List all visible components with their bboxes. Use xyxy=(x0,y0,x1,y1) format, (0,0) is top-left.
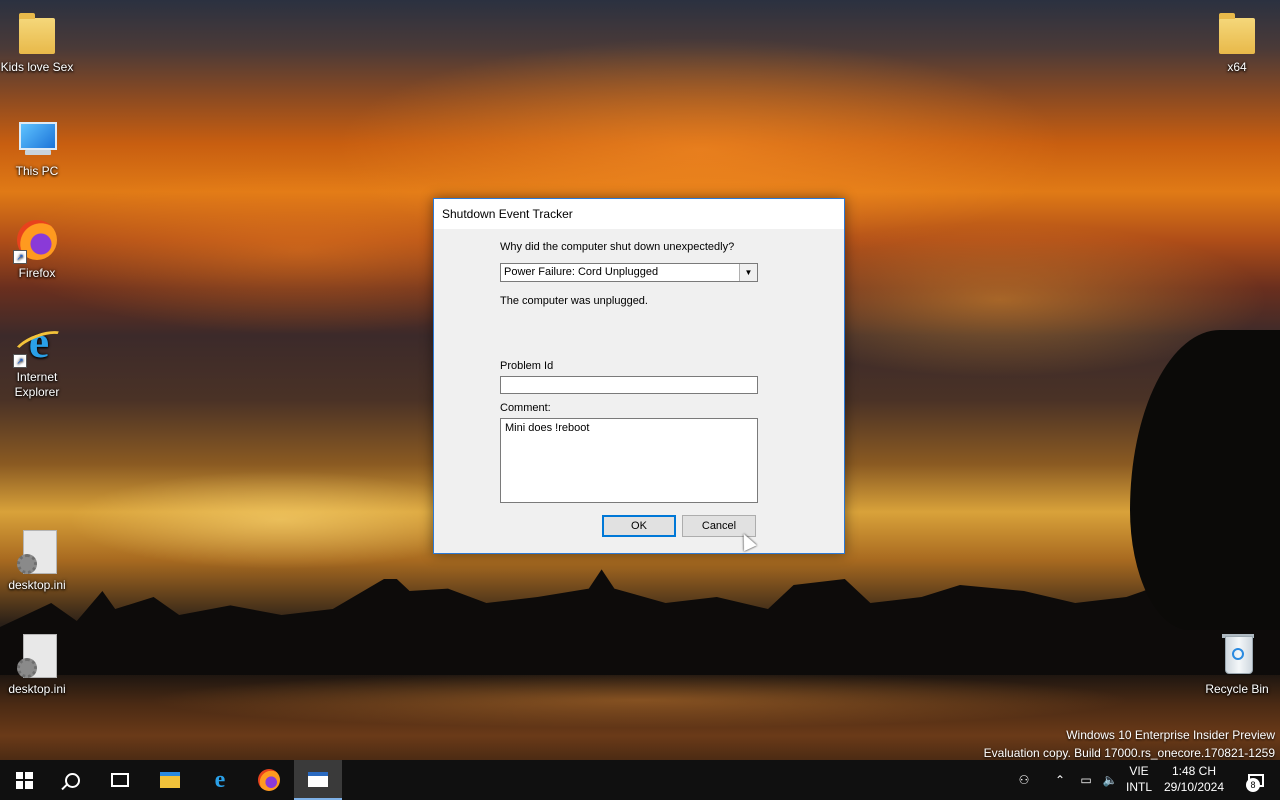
desktop-icon-label: x64 xyxy=(1227,60,1247,74)
start-button[interactable] xyxy=(0,760,48,800)
input-language[interactable]: VIE INTL xyxy=(1122,763,1156,795)
desktop-icon-label: Firefox xyxy=(18,266,56,280)
problem-id-input[interactable] xyxy=(500,376,758,394)
windows-start-icon xyxy=(15,771,33,789)
desktop-icon-label: Internet Explorer xyxy=(14,370,60,399)
chevron-down-icon[interactable]: ▼ xyxy=(739,264,757,281)
people-button[interactable]: ⚇ xyxy=(1010,760,1038,800)
network-icon: ▭ xyxy=(1080,773,1092,787)
taskbar-firefox[interactable] xyxy=(245,760,293,800)
volume-muted-icon: 🔈 xyxy=(1102,773,1118,787)
desktop-icon-label: This PC xyxy=(15,164,59,178)
people-icon: ⚇ xyxy=(1018,773,1030,787)
reason-dropdown[interactable]: Power Failure: Cord Unplugged ▼ xyxy=(500,263,758,282)
desktop-icon-desktop-ini-1[interactable]: desktop.ini xyxy=(0,528,74,593)
desktop-icon-this-pc[interactable]: This PC xyxy=(0,114,74,179)
shutdown-event-tracker-dialog: Shutdown Event Tracker Why did the compu… xyxy=(433,198,845,554)
desktop-icon-label: Recycle Bin xyxy=(1205,682,1269,696)
taskbar-file-explorer[interactable] xyxy=(146,760,194,800)
desktop-icon-kids-love-sex[interactable]: Kids love Sex xyxy=(0,10,74,75)
reason-selected-value: Power Failure: Cord Unplugged xyxy=(504,266,659,278)
network-button[interactable]: ▭ xyxy=(1074,760,1098,800)
taskbar-shutdown-tracker[interactable] xyxy=(294,760,342,800)
internet-explorer-icon: e xyxy=(214,766,226,793)
problem-id-label: Problem Id xyxy=(500,360,554,372)
desktop-icon-recycle-bin[interactable]: Recycle Bin xyxy=(1200,632,1274,697)
folder-icon xyxy=(1213,10,1261,58)
notification-count-badge: 8 xyxy=(1246,778,1260,792)
show-hidden-icons-button[interactable]: ⌃ xyxy=(1048,760,1072,800)
shutdown-question: Why did the computer shut down unexpecte… xyxy=(500,241,735,253)
recycle-bin-icon xyxy=(1213,632,1261,680)
watermark-edition: Windows 10 Enterprise Insider Preview xyxy=(1066,728,1275,742)
taskbar: e ⚇ ⌃ ▭ 🔈 VIE INTL 1:48 CH 29/10/2024 8 xyxy=(0,760,1280,800)
reason-description: The computer was unplugged. xyxy=(500,295,648,307)
desktop-icon-label: desktop.ini xyxy=(8,682,66,696)
comment-textarea[interactable]: Mini does !reboot xyxy=(500,418,758,503)
wallpaper-tree xyxy=(1130,330,1280,630)
comment-label: Comment: xyxy=(500,402,551,414)
desktop-icon-desktop-ini-2[interactable]: desktop.ini xyxy=(0,632,74,697)
internet-explorer-icon: e ↗ xyxy=(10,319,70,368)
desktop-icon-label: desktop.ini xyxy=(8,578,66,592)
desktop-icon-x64[interactable]: x64 xyxy=(1200,10,1274,75)
search-icon xyxy=(64,772,80,788)
wallpaper-skyline xyxy=(0,555,1280,675)
task-view-button[interactable] xyxy=(96,760,144,800)
desktop-icon-label: Kids love Sex xyxy=(0,60,74,74)
shutdown-tracker-window-icon xyxy=(308,771,328,787)
clock[interactable]: 1:48 CH 29/10/2024 xyxy=(1158,763,1230,795)
dialog-title[interactable]: Shutdown Event Tracker xyxy=(434,199,844,229)
firefox-icon: ↗ xyxy=(13,216,61,264)
taskbar-internet-explorer[interactable]: e xyxy=(196,760,244,800)
folder-icon xyxy=(13,10,61,58)
task-view-icon xyxy=(111,773,129,787)
ok-button[interactable]: OK xyxy=(602,515,676,537)
desktop-icon-firefox[interactable]: ↗ Firefox xyxy=(0,216,74,281)
language-code: VIE xyxy=(1129,764,1149,778)
clock-time: 1:48 CH xyxy=(1171,764,1217,778)
file-explorer-icon xyxy=(160,772,180,788)
clock-date: 29/10/2024 xyxy=(1163,780,1225,794)
computer-icon xyxy=(13,114,61,162)
keyboard-layout: INTL xyxy=(1125,780,1152,794)
desktop-icon-internet-explorer[interactable]: e ↗ Internet Explorer xyxy=(0,319,74,400)
settings-file-icon xyxy=(13,528,61,576)
settings-file-icon xyxy=(13,632,61,680)
search-button[interactable] xyxy=(48,760,96,800)
windows-watermark: Windows 10 Enterprise Insider Preview Ev… xyxy=(984,726,1275,762)
firefox-icon xyxy=(258,769,280,791)
volume-button[interactable]: 🔈 xyxy=(1098,760,1122,800)
chevron-up-icon: ⌃ xyxy=(1054,773,1066,787)
